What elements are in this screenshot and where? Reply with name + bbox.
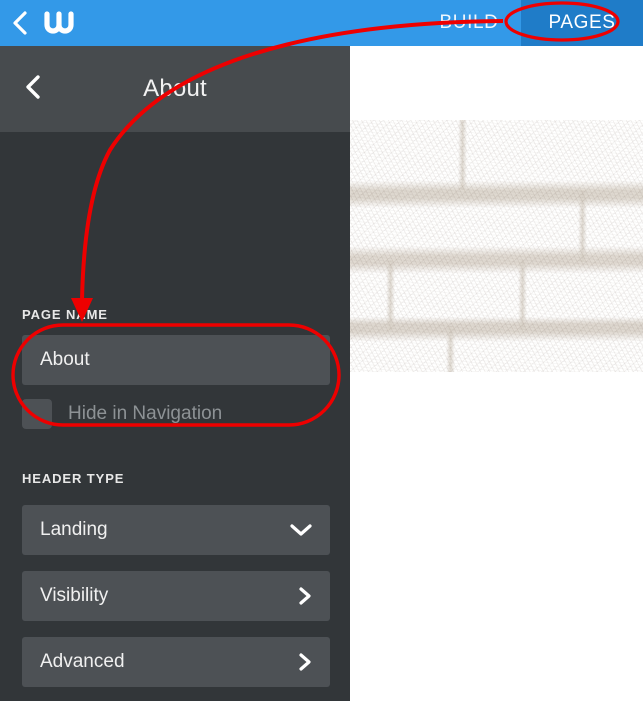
weebly-logo-icon[interactable] — [42, 7, 84, 39]
editor-back-button[interactable] — [11, 9, 29, 37]
chevron-right-icon — [298, 652, 312, 672]
page-name-input[interactable] — [22, 335, 330, 385]
page-title: About — [143, 75, 207, 102]
chevron-left-icon — [12, 10, 28, 36]
brick-wall-photo — [350, 120, 643, 372]
row-visibility[interactable]: Visibility — [22, 571, 330, 621]
site-preview-canvas[interactable] — [350, 46, 643, 701]
panel-header: About — [0, 46, 350, 132]
tab-pages-label: PAGES — [548, 12, 616, 33]
weebly-editor-screen: BUILD PAGES About PAGE NAME About Hide i… — [0, 0, 643, 701]
page-name-label: PAGE NAME — [22, 307, 108, 322]
row-advanced-label: Advanced — [40, 651, 125, 672]
brick-texture-grain — [350, 120, 643, 372]
hide-in-navigation-checkbox[interactable]: Hide in Navigation — [22, 399, 222, 429]
tab-build[interactable]: BUILD — [417, 0, 521, 46]
header-type-select[interactable]: Landing — [22, 505, 330, 555]
row-visibility-label: Visibility — [40, 585, 109, 606]
top-bar: BUILD PAGES — [0, 0, 643, 46]
panel-back-button[interactable] — [20, 74, 46, 105]
pages-settings-panel: About PAGE NAME Hide in Navigation HEADE… — [0, 46, 350, 701]
chevron-left-icon — [25, 74, 41, 105]
header-type-value: Landing — [40, 519, 108, 540]
hide-in-navigation-label: Hide in Navigation — [68, 403, 223, 424]
header-type-label: HEADER TYPE — [22, 471, 125, 486]
chevron-down-icon — [290, 523, 312, 537]
tab-build-label: BUILD — [439, 12, 499, 33]
checkbox-box[interactable] — [22, 399, 52, 429]
row-advanced[interactable]: Advanced — [22, 637, 330, 687]
editor-nav-tabs: BUILD PAGES — [417, 0, 643, 46]
chevron-right-icon — [298, 586, 312, 606]
tab-pages[interactable]: PAGES — [521, 0, 643, 46]
